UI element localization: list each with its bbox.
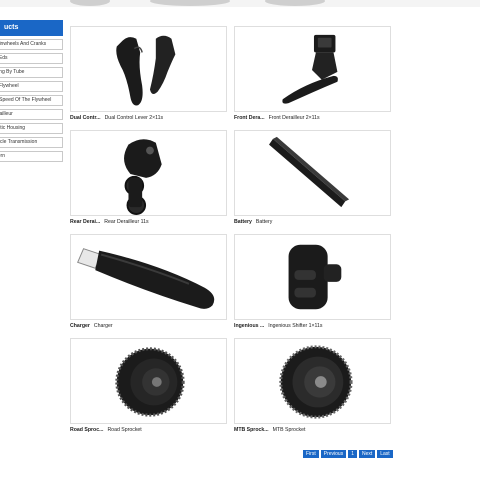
product-caption: Charger Charger [70, 323, 227, 329]
product-short-name[interactable]: Charger [70, 323, 90, 329]
product-image-road-sprocket[interactable] [70, 338, 227, 424]
product-full-name: Road Sprocket [107, 427, 142, 433]
pager-first-button[interactable]: First [303, 450, 319, 458]
road-cassette-image [115, 347, 185, 417]
shifter-image [288, 244, 342, 310]
product-image-dual-control-lever[interactable] [70, 26, 227, 112]
product-caption: Battery Battery [234, 219, 391, 225]
product-caption: Ingenious ... Ingenious Shifter 1×11s [234, 323, 391, 329]
dual-control-lever-image [116, 35, 176, 106]
product-full-name: Ingenious Shifter 1×11s [268, 323, 323, 329]
banner-graphic [70, 0, 110, 6]
product-full-name: Battery [255, 219, 273, 225]
category-item-plastic-housing[interactable]: astic Housing [0, 123, 63, 134]
product-image-shifter[interactable] [234, 234, 391, 320]
category-item-chainwheels[interactable]: rainwheels And Cranks [0, 39, 63, 50]
category-item-pattern[interactable]: ttern [0, 151, 63, 162]
category-item-7-speed-flywheel[interactable]: 7 Speed Of The Flywheel [0, 95, 63, 106]
category-item-bicycle-transmission[interactable]: cycle Transmission [0, 137, 63, 148]
pagination: First Previous 1 Next Last [303, 450, 393, 458]
category-item-eds[interactable]: c Eds [0, 53, 63, 64]
product-full-name: Rear Derailleur 11s [104, 219, 149, 225]
product-full-name: Front Derailleur 2×11s [268, 115, 320, 121]
header-banner-strip [0, 0, 480, 7]
product-image-charger[interactable] [70, 234, 227, 320]
pager-previous-button[interactable]: Previous [320, 450, 347, 458]
product-card[interactable]: Front Dera... Front Derailleur 2×11s [234, 26, 391, 121]
product-full-name: Charger [93, 323, 113, 329]
category-list: rainwheels And Cranks c Eds rting By Tub… [0, 39, 63, 162]
pager-next-button[interactable]: Next [358, 450, 376, 458]
product-card[interactable]: Ingenious ... Ingenious Shifter 1×11s [234, 234, 391, 329]
product-short-name[interactable]: Rear Derai... [70, 219, 100, 225]
battery-image [269, 136, 350, 208]
product-caption: Dual Contr... Dual Control Lever 2×11s [70, 115, 227, 121]
product-short-name[interactable]: Road Sproc... [70, 427, 103, 433]
product-short-name[interactable]: Battery [234, 219, 252, 225]
product-short-name[interactable]: Dual Contr... [70, 115, 101, 121]
category-item-tube[interactable]: rting By Tube [0, 67, 63, 78]
product-card[interactable]: Dual Contr... Dual Control Lever 2×11s [70, 26, 227, 121]
product-caption: Front Dera... Front Derailleur 2×11s [234, 115, 391, 121]
product-short-name[interactable]: Front Dera... [234, 115, 265, 121]
category-item-flywheel[interactable]: c Flywheel [0, 81, 63, 92]
product-category-sidebar: ucts rainwheels And Cranks c Eds rting B… [0, 20, 63, 165]
product-card[interactable]: Road Sproc... Road Sprocket [70, 338, 227, 433]
usb-charger-image [77, 248, 215, 309]
banner-graphic [150, 0, 230, 6]
product-short-name[interactable]: Ingenious ... [234, 323, 264, 329]
product-image-battery[interactable] [234, 130, 391, 216]
product-card[interactable]: MTB Sprock... MTB Sprocket [234, 338, 391, 433]
front-derailleur-image [282, 34, 338, 104]
product-full-name: Dual Control Lever 2×11s [104, 115, 164, 121]
product-card[interactable]: Battery Battery [234, 130, 391, 225]
product-caption: Rear Derai... Rear Derailleur 11s [70, 219, 227, 225]
product-full-name: MTB Sprocket [272, 427, 306, 433]
banner-graphic [265, 0, 325, 6]
rear-derailleur-image [124, 139, 162, 215]
product-short-name[interactable]: MTB Sprock... [234, 427, 269, 433]
category-item-derailleur[interactable]: erailleur [0, 109, 63, 120]
product-image-front-derailleur[interactable] [234, 26, 391, 112]
product-image-rear-derailleur[interactable] [70, 130, 227, 216]
product-card[interactable]: Rear Derai... Rear Derailleur 11s [70, 130, 227, 225]
pager-current-page[interactable]: 1 [348, 450, 357, 458]
mtb-cassette-image [279, 345, 353, 419]
product-caption: MTB Sprock... MTB Sprocket [234, 427, 391, 433]
product-image-mtb-sprocket[interactable] [234, 338, 391, 424]
product-caption: Road Sproc... Road Sprocket [70, 427, 227, 433]
sidebar-heading: ucts [0, 20, 63, 36]
pager-last-button[interactable]: Last [377, 450, 393, 458]
product-card[interactable]: Charger Charger [70, 234, 227, 329]
